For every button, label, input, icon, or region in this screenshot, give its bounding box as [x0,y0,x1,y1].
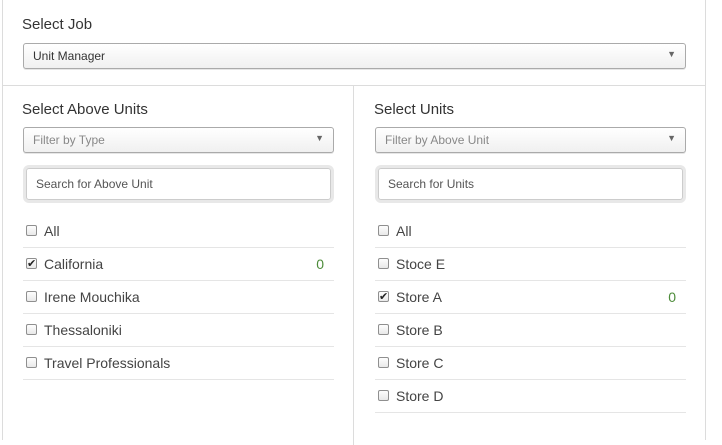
list-item[interactable]: Travel Professionals [23,347,334,380]
units-title: Select Units [374,101,455,118]
chevron-down-icon: ▼ [667,49,676,59]
list-item[interactable]: All [23,215,334,248]
above-units-search-wrap [23,165,334,203]
list-item[interactable]: ✔ California 0 [23,248,334,281]
item-label: All [44,223,60,239]
item-count: 0 [668,289,676,305]
units-search-wrap [375,165,686,203]
list-item[interactable]: Thessaloniki [23,314,334,347]
units-search-input[interactable] [378,168,683,200]
panel-frame: Select Job Unit Manager ▼ Select Above U… [2,0,706,445]
chevron-down-icon: ▼ [315,133,324,143]
checkbox[interactable] [378,390,389,401]
item-label: Store B [396,322,443,338]
above-units-type-filter[interactable]: Filter by Type ▼ [23,127,334,153]
list-item[interactable]: Irene Mouchika [23,281,334,314]
item-label: Store C [396,355,444,371]
item-label: Travel Professionals [44,355,171,371]
job-select[interactable]: Unit Manager ▼ [23,43,686,69]
type-filter-placeholder: Filter by Type [33,133,105,147]
list-item[interactable]: ✔ Store A 0 [375,281,686,314]
item-label: Irene Mouchika [44,289,140,305]
checkbox[interactable]: ✔ [26,258,37,270]
column-divider [353,85,354,445]
job-title: Select Job [22,16,93,33]
job-select-value: Unit Manager [33,49,106,63]
item-label: Store D [396,388,444,404]
list-item[interactable]: Stoce E [375,248,686,281]
units-list: All Stoce E ✔ Store A 0 Store B Store C … [375,215,686,413]
item-count: 0 [316,256,324,272]
checkbox[interactable] [378,258,389,269]
checkbox[interactable] [378,324,389,335]
checkbox[interactable]: ✔ [378,291,389,303]
above-units-search-input[interactable] [26,168,331,200]
checkmark-icon: ✔ [27,258,37,270]
units-above-unit-filter[interactable]: Filter by Above Unit ▼ [375,127,686,153]
above-unit-filter-placeholder: Filter by Above Unit [385,133,490,147]
item-label: All [396,223,412,239]
item-label: Store A [396,289,442,305]
item-label: California [44,256,104,272]
above-units-list: All ✔ California 0 Irene Mouchika Thessa… [23,215,334,380]
list-item[interactable]: All [375,215,686,248]
checkbox[interactable] [378,225,389,236]
checkmark-icon: ✔ [379,291,389,303]
item-label: Thessaloniki [44,322,122,338]
checkbox[interactable] [26,291,37,302]
checkbox[interactable] [378,357,389,368]
chevron-down-icon: ▼ [667,133,676,143]
checkbox[interactable] [26,225,37,236]
checkbox[interactable] [26,324,37,335]
checkbox[interactable] [26,357,37,368]
job-section: Select Job Unit Manager ▼ [3,0,705,86]
item-label: Stoce E [396,256,446,272]
list-item[interactable]: Store C [375,347,686,380]
list-item[interactable]: Store B [375,314,686,347]
above-units-title: Select Above Units [22,101,148,118]
list-item[interactable]: Store D [375,380,686,413]
